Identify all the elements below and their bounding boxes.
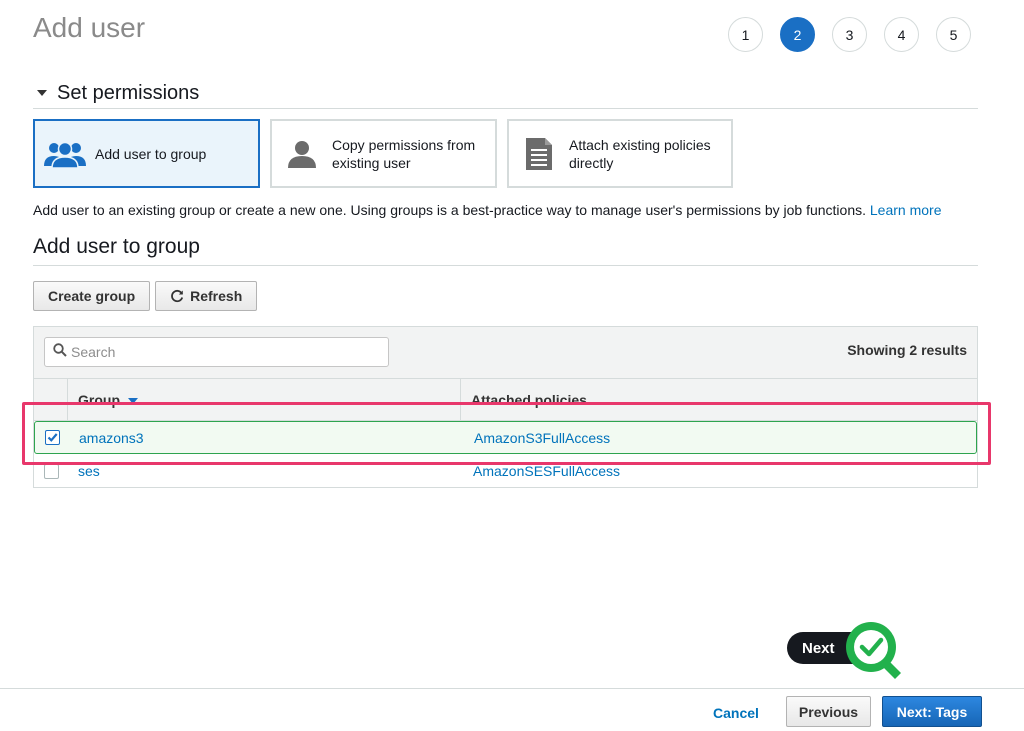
step-4: 4: [884, 17, 919, 52]
previous-button[interactable]: Previous: [786, 696, 871, 727]
page-title: Add user: [33, 12, 146, 43]
row-checkbox[interactable]: [44, 463, 59, 479]
refresh-icon: [170, 289, 184, 303]
add-user-to-group-option[interactable]: Add user to group: [33, 119, 260, 188]
learn-more-link[interactable]: Learn more: [870, 202, 942, 218]
refresh-label: Refresh: [190, 288, 243, 304]
document-icon: [509, 137, 569, 171]
group-name-link[interactable]: ses: [70, 463, 463, 479]
group-icon: [35, 139, 95, 169]
wizard-footer: Cancel Previous Next: Tags: [0, 688, 1024, 731]
refresh-button[interactable]: Refresh: [155, 281, 258, 311]
cancel-link[interactable]: Cancel: [713, 705, 759, 721]
step-indicator: 1 2 3 4 5: [728, 17, 988, 52]
copy-permissions-line2: existing user: [332, 154, 411, 171]
next-tags-button[interactable]: Next: Tags: [882, 696, 982, 727]
search-field[interactable]: [44, 337, 389, 367]
create-group-button[interactable]: Create group: [33, 281, 151, 311]
permission-options: Add user to group Copy permissions from …: [33, 119, 743, 188]
group-actions: Create group Refresh: [33, 281, 262, 311]
search-input[interactable]: [71, 344, 371, 360]
user-icon: [272, 139, 332, 169]
description-text: Add user to an existing group or create …: [33, 202, 866, 218]
results-count: Showing 2 results: [847, 342, 967, 358]
permissions-description: Add user to an existing group or create …: [33, 202, 941, 218]
step-2-active: 2: [780, 17, 815, 52]
caret-down-icon: [37, 90, 47, 96]
attach-policies-option[interactable]: Attach existing policies directly: [507, 119, 733, 188]
search-icon: [53, 342, 67, 362]
set-permissions-title: Set permissions: [57, 82, 200, 104]
selection-highlight-frame: [22, 402, 991, 465]
set-permissions-header[interactable]: Set permissions: [33, 82, 978, 109]
attach-policies-line2: directly: [569, 154, 614, 171]
step-5: 5: [936, 17, 971, 52]
step-1: 1: [728, 17, 763, 52]
add-user-to-group-label: Add user to group: [95, 145, 207, 162]
attach-policies-line1: Attach existing policies: [569, 136, 711, 153]
check-badge-icon: [845, 621, 903, 679]
step-3: 3: [832, 17, 867, 52]
attach-policies-label: Attach existing policies directly: [569, 136, 711, 172]
table-toolbar: Showing 2 results: [34, 327, 977, 379]
policy-link[interactable]: AmazonSESFullAccess: [463, 463, 620, 479]
copy-permissions-label: Copy permissions from existing user: [332, 136, 475, 172]
copy-permissions-line1: Copy permissions from: [332, 136, 476, 153]
add-user-to-group-heading: Add user to group: [33, 235, 978, 266]
copy-permissions-option[interactable]: Copy permissions from existing user: [270, 119, 497, 188]
